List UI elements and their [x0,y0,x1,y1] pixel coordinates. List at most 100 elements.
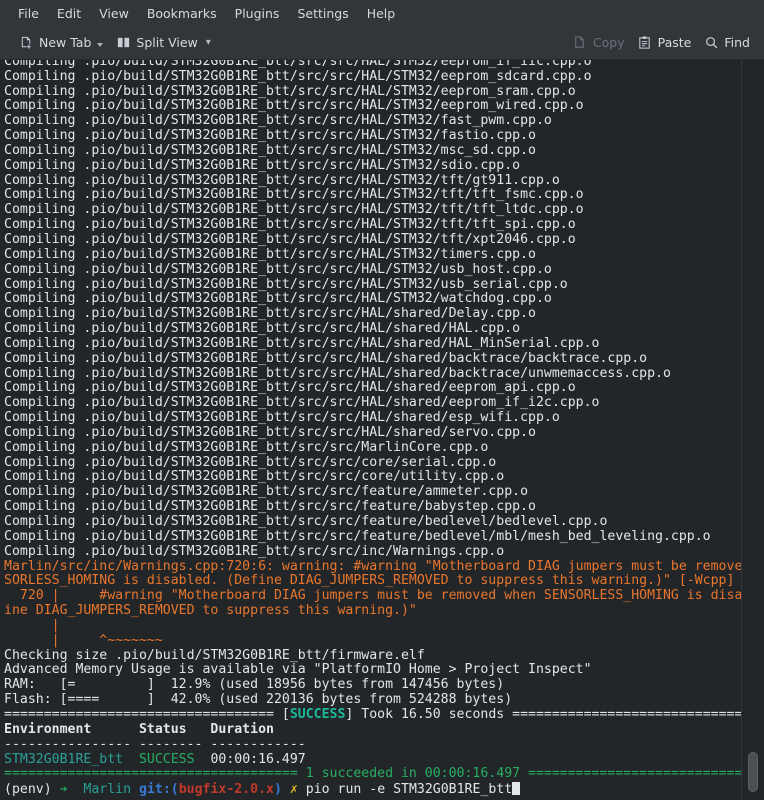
summary-rules: ---------------- -------- ------------ [4,737,306,752]
search-icon [703,35,719,51]
terminal-line-compile: Compiling .pio/build/STM32G0B1RE_btt/src… [4,99,745,114]
terminal-line-compile: Compiling .pio/build/STM32G0B1RE_btt/src… [4,530,745,545]
menu-item-view[interactable]: View [90,3,138,24]
split-view-icon [115,35,131,51]
terminal-line-compile: Compiling .pio/build/STM32G0B1RE_btt/src… [4,411,745,426]
terminal-line-warning: Marlin/src/inc/Warnings.cpp:720:6: warni… [4,560,745,575]
terminal-line-compile: Compiling .pio/build/STM32G0B1RE_btt/src… [4,352,745,367]
menu-item-plugins[interactable]: Plugins [226,3,289,24]
summary-table-row: STM32G0B1RE_btt SUCCESS 00:00:16.497 [4,753,745,768]
terminal-line-compile: Compiling .pio/build/STM32G0B1RE_btt/src… [4,159,745,174]
terminal-area[interactable]: Compiling .pio/build/STM32G0B1RE_btt/src… [0,60,764,800]
terminal-line-size: Checking size .pio/build/STM32G0B1RE_btt… [4,649,745,664]
success-banner-duration: ] Took 16.50 seconds [345,707,512,722]
prompt-dirty-icon: ✗ [282,782,306,797]
terminal-line-warning: | [4,619,745,634]
paste-icon [637,35,653,51]
terminal-line-compile: Compiling .pio/build/STM32G0B1RE_btt/src… [4,337,745,352]
terminal-line-compile: Compiling .pio/build/STM32G0B1RE_btt/src… [4,144,745,159]
menu-item-bookmarks[interactable]: Bookmarks [138,3,226,24]
terminal-line-compile: Compiling .pio/build/STM32G0B1RE_btt/src… [4,426,745,441]
terminal-line-warning: | ^~~~~~~~ [4,634,745,649]
terminal-line-compile: Compiling .pio/build/STM32G0B1RE_btt/src… [4,263,745,278]
terminal-line-final-banner: ===================================== 1 … [4,767,745,782]
success-banner-left-rule: ================================== [ [4,707,290,722]
success-banner-right-rule: ====================================== [512,707,764,722]
terminal-scrollbar-thumb[interactable] [748,752,758,792]
chevron-down-icon-split[interactable]: ▾ [206,37,211,48]
terminal-line-warning: ine DIAG_JUMPERS_REMOVED to suppress thi… [4,604,745,619]
menu-item-edit[interactable]: Edit [48,3,90,24]
terminal-line-compile: Compiling .pio/build/STM32G0B1RE_btt/src… [4,470,745,485]
terminal-line-success-banner: ================================== [SUCC… [4,708,745,723]
terminal-line-size: Flash: [==== ] 42.0% (used 220136 bytes … [4,693,745,708]
find-label: Find [724,35,750,50]
terminal-line-compile: Compiling .pio/build/STM32G0B1RE_btt/src… [4,114,745,129]
prompt-directory: Marlin [75,782,139,797]
prompt-command-text: pio run -e STM32G0B1RE_btt [306,782,512,797]
summary-duration-cell: 00:00:16.497 [210,752,305,767]
final-banner-left-rule: ===================================== [4,766,298,781]
split-view-label: Split View [136,35,197,50]
summary-environment-cell: STM32G0B1RE_btt [4,752,139,767]
terminal-line-compile: Compiling .pio/build/STM32G0B1RE_btt/src… [4,174,745,189]
terminal-line-compile: Compiling .pio/build/STM32G0B1RE_btt/src… [4,322,745,337]
terminal-line-warning: 720 | #warning "Motherboard DIAG jumpers… [4,589,745,604]
summary-rule-row: ---------------- -------- ------------ [4,738,745,753]
summary-header-row: Environment Status Duration [4,723,745,738]
terminal-line-compile: Compiling .pio/build/STM32G0B1RE_btt/src… [4,396,745,411]
prompt-git-close: ) [274,782,282,797]
copy-button[interactable]: Copy [566,32,631,54]
paste-button[interactable]: Paste [631,32,698,54]
new-tab-label: New Tab [39,35,91,50]
terminal-line-compile: Compiling .pio/build/STM32G0B1RE_btt/src… [4,129,745,144]
menu-item-help[interactable]: Help [358,3,405,24]
paste-label: Paste [658,35,692,50]
prompt-venv: (penv) [4,782,60,797]
terminal-line-compile: Compiling .pio/build/STM32G0B1RE_btt/src… [4,233,745,248]
terminal-line-compile: Compiling .pio/build/STM32G0B1RE_btt/src… [4,188,745,203]
new-tab-icon [18,35,34,51]
terminal-line-compile: Compiling .pio/build/STM32G0B1RE_btt/src… [4,367,745,382]
menu-item-settings[interactable]: Settings [288,3,357,24]
copy-icon [572,35,588,51]
terminal-scrollbar[interactable] [741,60,764,800]
final-banner-text: 1 succeeded in 00:00:16.497 [298,766,528,781]
terminal-line-size: Advanced Memory Usage is available via "… [4,663,745,678]
terminal-line-compile: Compiling .pio/build/STM32G0B1RE_btt/src… [4,292,745,307]
menu-item-file[interactable]: File [9,3,48,24]
copy-label: Copy [593,35,625,50]
chevron-down-icon[interactable] [97,43,103,47]
prompt-git-branch: bugfix-2.0.x [179,782,274,797]
terminal-line-compile: Compiling .pio/build/STM32G0B1RE_btt/src… [4,500,745,515]
terminal-output[interactable]: Compiling .pio/build/STM32G0B1RE_btt/src… [0,60,745,798]
menubar: File Edit View Bookmarks Plugins Setting… [0,0,764,26]
success-status-label: SUCCESS [290,707,346,722]
terminal-line-size: RAM: [= ] 12.9% (used 18956 bytes from 1… [4,678,745,693]
prompt-git-open: git:( [139,782,179,797]
terminal-line-compile: Compiling .pio/build/STM32G0B1RE_btt/src… [4,485,745,500]
terminal-line-compile: Compiling .pio/build/STM32G0B1RE_btt/src… [4,381,745,396]
split-view-button[interactable]: Split View ▾ [109,32,216,54]
terminal-line-compile: Compiling .pio/build/STM32G0B1RE_btt/src… [4,456,745,471]
terminal-line-compile: Compiling .pio/build/STM32G0B1RE_btt/src… [4,441,745,456]
terminal-line-compile: Compiling .pio/build/STM32G0B1RE_btt/src… [4,70,745,85]
terminal-line-compile: Compiling .pio/build/STM32G0B1RE_btt/src… [4,307,745,322]
terminal-line-warning: SORLESS_HOMING is disabled. (Define DIAG… [4,574,745,589]
terminal-line-compile: Compiling .pio/build/STM32G0B1RE_btt/src… [4,248,745,263]
prompt-arrow-icon: ➔ [60,782,76,797]
terminal-line-compile: Compiling .pio/build/STM32G0B1RE_btt/src… [4,515,745,530]
new-tab-button[interactable]: New Tab [12,32,109,54]
terminal-line-compile: Compiling .pio/build/STM32G0B1RE_btt/src… [4,218,745,233]
terminal-cursor [512,782,520,795]
summary-status-cell: SUCCESS [139,752,210,767]
terminal-prompt-line: (penv) ➔ Marlin git:(bugfix-2.0.x) ✗ pio… [4,782,745,798]
final-banner-right-rule: ===================================== [528,766,764,781]
terminal-line-compile: Compiling .pio/build/STM32G0B1RE_btt/src… [4,203,745,218]
summary-headers: Environment Status Duration [4,722,274,737]
terminal-line-compile: Compiling .pio/build/STM32G0B1RE_btt/src… [4,85,745,100]
toolbar: New Tab Split View ▾ Copy [0,26,764,60]
terminal-line-compile: Compiling .pio/build/STM32G0B1RE_btt/src… [4,545,745,560]
find-button[interactable]: Find [697,32,756,54]
terminal-line-compile: Compiling .pio/build/STM32G0B1RE_btt/src… [4,278,745,293]
